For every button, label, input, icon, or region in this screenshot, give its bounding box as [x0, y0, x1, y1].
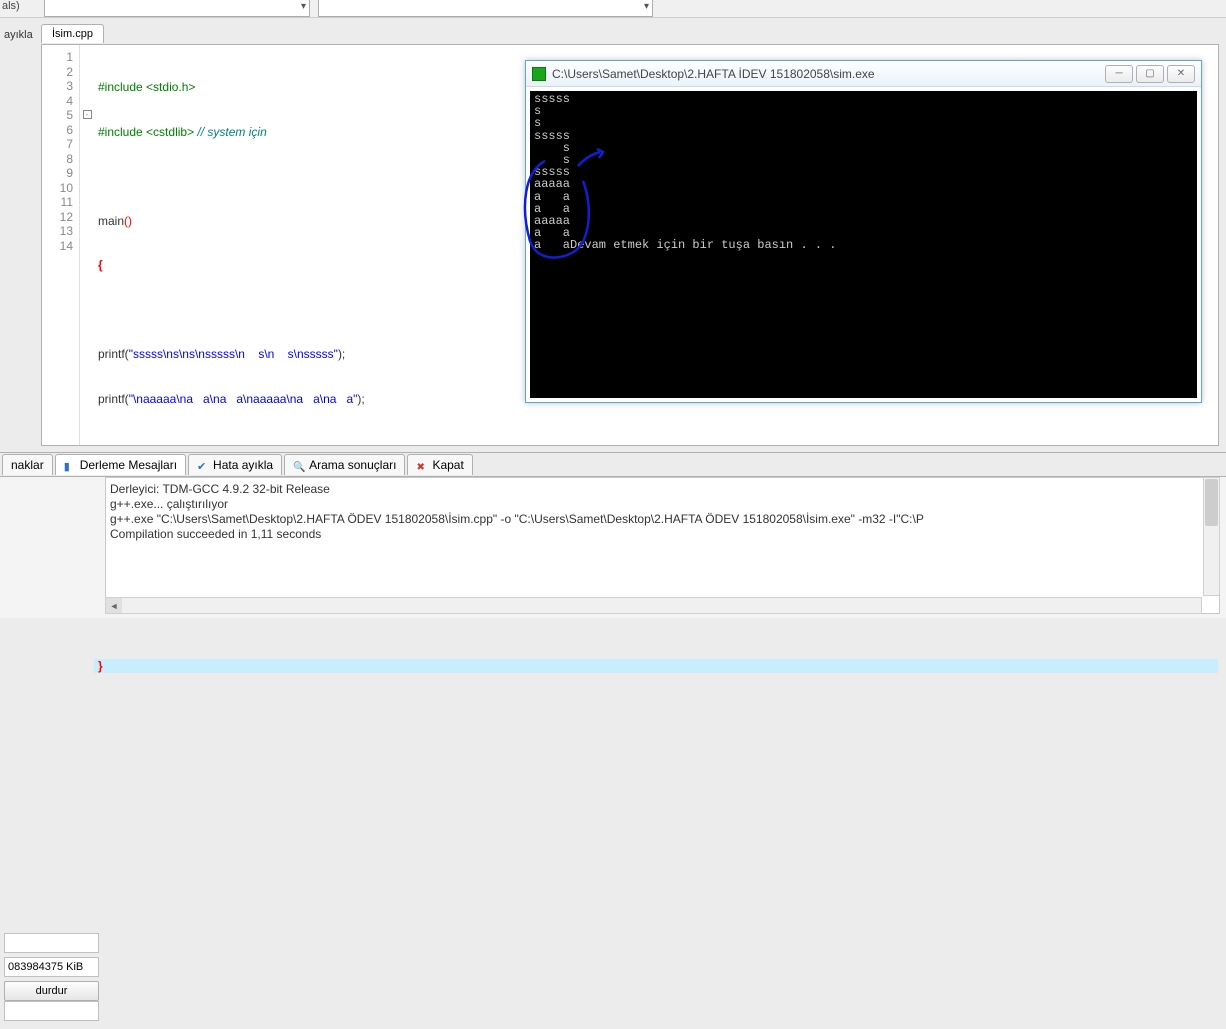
top-toolbar: als): [0, 0, 1226, 18]
tab-hata[interactable]: Hata ayıkla: [188, 454, 282, 475]
close-button[interactable]: ✕: [1167, 65, 1195, 83]
console-window: C:\Users\Samet\Desktop\2.HAFTA İDEV 1518…: [525, 60, 1202, 403]
kib-field[interactable]: [4, 957, 99, 977]
left-status: durdur: [0, 929, 100, 1029]
console-app-icon: [532, 67, 546, 81]
tab-derleme[interactable]: Derleme Mesajları: [55, 454, 186, 475]
fold-column: -: [80, 45, 94, 445]
log-scrollbar-vertical[interactable]: [1203, 477, 1220, 596]
console-titlebar[interactable]: C:\Users\Samet\Desktop\2.HAFTA İDEV 1518…: [526, 61, 1201, 87]
bottom-tabs: naklar Derleme Mesajları Hata ayıkla Ara…: [0, 453, 1226, 477]
compile-log[interactable]: Derleyici: TDM-GCC 4.9.2 32-bit Release …: [105, 477, 1220, 614]
file-tab-bar: İsim.cpp: [41, 22, 104, 44]
console-title-text: C:\Users\Samet\Desktop\2.HAFTA İDEV 1518…: [552, 67, 1105, 81]
combo-1[interactable]: [44, 0, 310, 17]
maximize-button[interactable]: ▢: [1136, 65, 1164, 83]
fold-toggle-icon[interactable]: -: [83, 110, 92, 119]
left-sidebar: ayıkla: [0, 26, 35, 44]
side-tab-ayikla[interactable]: ayıkla: [0, 26, 35, 44]
console-output: sssss s s sssss s s sssss aaaaa a a a a …: [530, 91, 1197, 398]
combo-2[interactable]: [318, 0, 653, 17]
minimize-button[interactable]: ─: [1105, 65, 1133, 83]
close-icon: [416, 459, 428, 471]
check-icon: [197, 459, 209, 471]
bars-icon: [64, 459, 76, 471]
durdur-button[interactable]: durdur: [4, 981, 99, 1001]
file-tab-isim[interactable]: İsim.cpp: [41, 24, 104, 43]
log-scrollbar-horizontal[interactable]: ◄: [105, 597, 1202, 614]
tab-kapat[interactable]: Kapat: [407, 454, 472, 475]
tab-naklar[interactable]: naklar: [2, 454, 53, 475]
truncated-label: als): [2, 0, 20, 12]
line-gutter: 1 2 3 4 5 6 7 8 9 10 11 12 13 14: [42, 45, 80, 445]
blank-field-2[interactable]: [4, 1001, 99, 1021]
blank-field-1[interactable]: [4, 933, 99, 953]
tab-arama[interactable]: Arama sonuçları: [284, 454, 405, 475]
search-icon: [293, 459, 305, 471]
bottom-panel: naklar Derleme Mesajları Hata ayıkla Ara…: [0, 452, 1226, 618]
